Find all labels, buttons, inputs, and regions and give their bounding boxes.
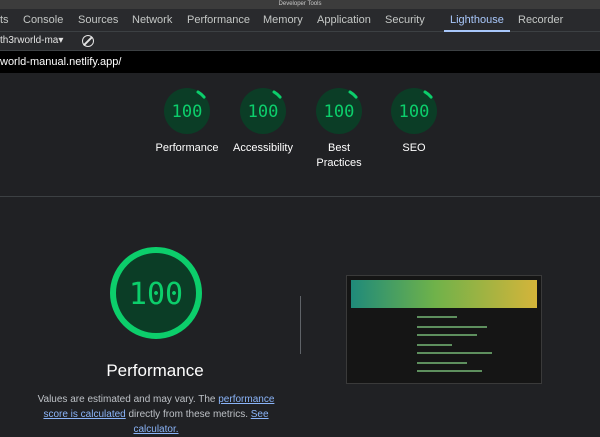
devtools-tab-bar: ts Console Sources Network Performance M… xyxy=(0,9,600,32)
tab-elements[interactable]: ts xyxy=(0,9,9,31)
thumbnail-text-line xyxy=(417,362,467,364)
gauge-label: SEO xyxy=(402,142,426,154)
score-ring-icon: 100 xyxy=(163,87,211,135)
metrics-note: Values are estimated and may vary. The p… xyxy=(25,392,287,437)
note-prefix: Values are estimated and may vary. The xyxy=(37,394,219,405)
performance-heading: Performance xyxy=(106,361,204,380)
performance-gauge-large: 100 xyxy=(108,245,204,346)
section-divider xyxy=(0,196,600,197)
gauge-accessibility[interactable]: 100 Accessibility xyxy=(223,86,303,156)
gauge-label: Accessibility xyxy=(233,142,293,154)
gauge-label: Performance xyxy=(155,142,219,154)
thumbnail-text-line xyxy=(417,334,477,336)
clear-icon[interactable] xyxy=(82,35,94,47)
gauge-label: Best Practices xyxy=(316,142,362,169)
gauge-score: 100 xyxy=(399,102,430,122)
tab-performance[interactable]: Performance xyxy=(187,9,250,31)
score-ring-icon: 100 xyxy=(110,247,202,339)
thumbnail-text-line xyxy=(417,370,482,372)
tab-memory[interactable]: Memory xyxy=(263,9,303,31)
score-gauges: 100 Performance 100 Accessibility 100 Be… xyxy=(0,86,600,186)
gauge-best-practices[interactable]: 100 Best Practices xyxy=(299,86,379,171)
performance-score: 100 xyxy=(129,277,183,312)
window-title: Developer Tools xyxy=(0,0,600,9)
tab-lighthouse[interactable]: Lighthouse xyxy=(444,9,510,32)
tab-security[interactable]: Security xyxy=(385,9,425,31)
tab-application[interactable]: Application xyxy=(317,9,371,31)
score-ring-icon: 100 xyxy=(390,87,438,135)
gauge-score: 100 xyxy=(324,102,355,122)
thumbnail-text-line xyxy=(417,352,492,354)
gauge-performance[interactable]: 100 Performance xyxy=(147,86,227,156)
thumbnail-text-line xyxy=(417,316,457,318)
vertical-separator xyxy=(300,296,301,354)
thumbnail-banner xyxy=(351,280,537,308)
tab-recorder[interactable]: Recorder xyxy=(518,9,563,31)
thumbnail-text-line xyxy=(417,326,487,328)
report-select[interactable]: th3rworld-ma▾ xyxy=(0,32,63,50)
gauge-score: 100 xyxy=(172,102,203,122)
final-screenshot-thumbnail[interactable] xyxy=(346,275,542,384)
tab-sources[interactable]: Sources xyxy=(78,9,118,31)
score-ring-icon: 100 xyxy=(315,87,363,135)
gauge-score: 100 xyxy=(248,102,279,122)
lighthouse-toolbar: th3rworld-ma▾ xyxy=(0,32,600,51)
tab-network[interactable]: Network xyxy=(132,9,172,31)
thumbnail-text-line xyxy=(417,344,452,346)
note-middle: directly from these metrics. xyxy=(125,409,251,420)
score-ring-icon: 100 xyxy=(239,87,287,135)
tab-console[interactable]: Console xyxy=(23,9,63,31)
gauge-seo[interactable]: 100 SEO xyxy=(374,86,454,156)
audited-url: world-manual.netlify.app/ xyxy=(0,51,600,73)
